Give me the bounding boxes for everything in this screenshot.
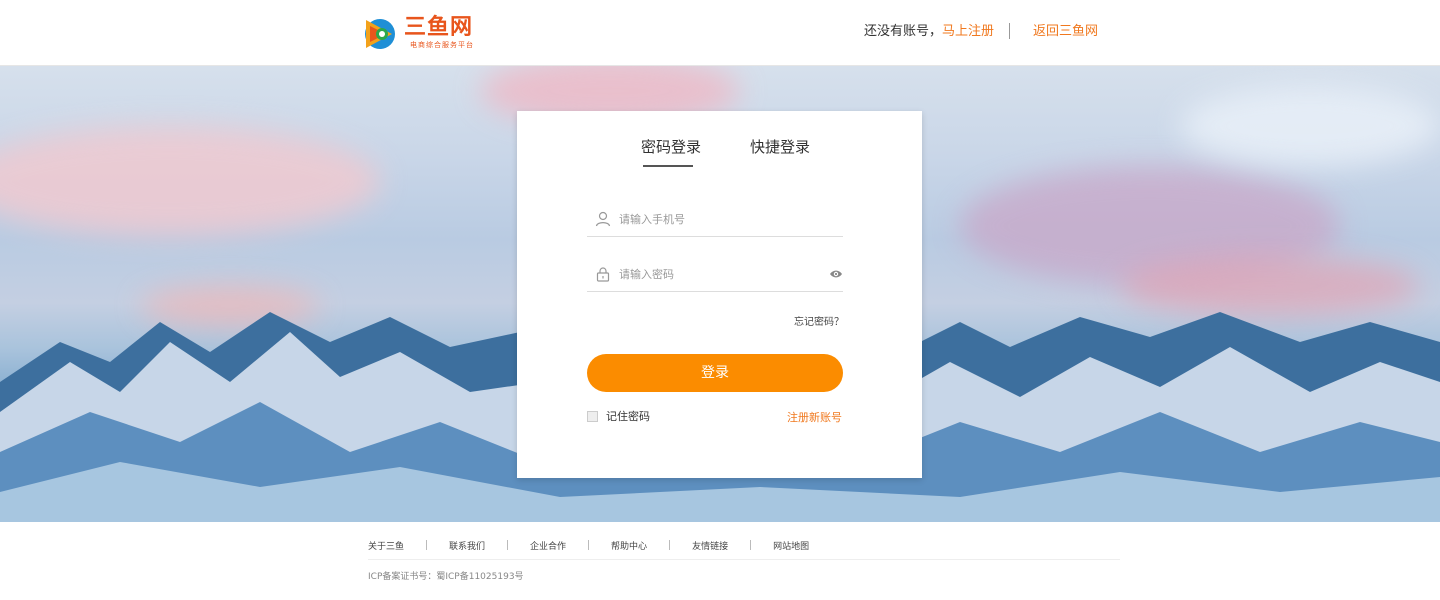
footer-link-contact[interactable]: 联系我们: [449, 539, 485, 552]
login-tabs: 密码登录 快捷登录: [517, 137, 922, 173]
footer-divider-line: [368, 559, 1120, 560]
footer-links: 关于三鱼 联系我们 企业合作 帮助中心 友情链接 网站地图: [368, 538, 809, 552]
no-account-text: 还没有账号，: [864, 24, 943, 39]
footer-divider: [750, 540, 752, 550]
footer-divider: [669, 540, 671, 550]
remember-password[interactable]: 记住密码: [587, 409, 650, 423]
login-button[interactable]: 登录: [587, 354, 843, 392]
footer-link-help[interactable]: 帮助中心: [611, 539, 647, 552]
logo-slogan: 电商综合服务平台: [410, 41, 474, 49]
back-home-link[interactable]: 返回三鱼网: [1033, 24, 1098, 40]
site-footer: 关于三鱼 联系我们 企业合作 帮助中心 友情链接 网站地图 ICP备案证书号：蜀…: [0, 522, 1440, 600]
register-prompt: 还没有账号，马上注册: [864, 24, 994, 40]
login-panel: 密码登录 快捷登录 忘记密码？ 登录 记住密码 注册新账号: [517, 111, 922, 478]
tab-password-login[interactable]: 密码登录: [641, 137, 701, 157]
footer-link-sitemap[interactable]: 网站地图: [773, 539, 809, 552]
footer-divider: [588, 540, 590, 550]
password-input[interactable]: [619, 264, 819, 284]
eye-icon[interactable]: [829, 268, 843, 280]
phone-field: [587, 201, 843, 237]
phone-input[interactable]: [619, 209, 819, 229]
footer-link-business[interactable]: 企业合作: [530, 539, 566, 552]
header-divider: [1009, 23, 1010, 39]
lock-icon: [596, 267, 610, 282]
active-tab-indicator: [643, 165, 693, 167]
password-field: [587, 256, 843, 292]
register-now-link[interactable]: 马上注册: [942, 24, 994, 39]
site-logo[interactable]: 三鱼网 电商综合服务平台: [360, 11, 490, 55]
tab-quick-login[interactable]: 快捷登录: [750, 137, 810, 157]
logo-name: 三鱼网: [404, 15, 474, 40]
footer-link-friends[interactable]: 友情链接: [692, 539, 728, 552]
user-icon: [595, 211, 611, 227]
site-header: 三鱼网 电商综合服务平台 还没有账号，马上注册 返回三鱼网: [0, 0, 1440, 66]
icp-license: ICP备案证书号：蜀ICP备11025193号: [368, 572, 524, 582]
register-new-account-link[interactable]: 注册新账号: [787, 409, 842, 425]
fish-logo-icon: [365, 19, 395, 49]
remember-checkbox[interactable]: [587, 410, 598, 422]
footer-divider: [507, 540, 509, 550]
remember-label: 记住密码: [606, 410, 650, 423]
footer-divider: [426, 540, 428, 550]
forgot-password-link[interactable]: 忘记密码？: [794, 313, 844, 328]
footer-link-about[interactable]: 关于三鱼: [368, 539, 404, 552]
